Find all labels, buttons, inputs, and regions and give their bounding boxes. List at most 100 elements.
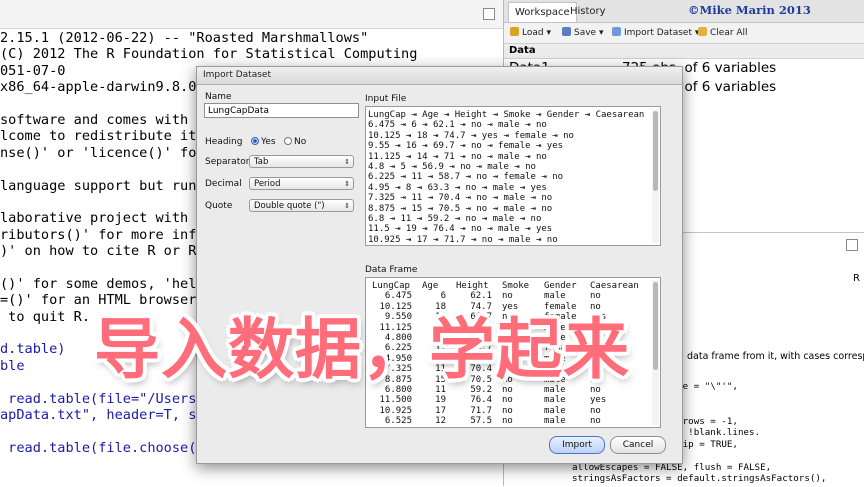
- table-cell: no: [590, 405, 601, 416]
- maximize-icon[interactable]: [846, 239, 858, 251]
- tab-history[interactable]: History: [564, 2, 612, 21]
- input-file-row: 10.125 ⇥ 18 ⇥ 74.7 ⇥ yes ⇥ female ⇥ no: [368, 130, 574, 141]
- table-row: 6.475 6 62.1 no male no: [368, 291, 642, 301]
- data-frame-scrollbar[interactable]: [652, 280, 659, 425]
- input-file-row: 8.875 ⇥ 15 ⇥ 70.5 ⇥ no ⇥ male ⇥ no: [368, 203, 553, 214]
- decimal-value: Period: [254, 179, 281, 189]
- copyright-watermark: ©Mike Marin 2013: [688, 3, 811, 17]
- heading-yes-label: Yes: [261, 137, 276, 147]
- table-cell: male: [544, 291, 566, 302]
- separator-value: Tab: [254, 157, 269, 167]
- overlay-caption: 导入数据，学起来: [94, 311, 630, 388]
- table-cell: yes: [590, 395, 607, 406]
- df-column-header: Gender: [544, 281, 577, 291]
- save-label: Save: [574, 28, 597, 38]
- input-file-preview[interactable]: LungCap ⇥ Age ⇥ Height ⇥ Smoke ⇥ Gender …: [365, 106, 661, 246]
- table-cell: no: [502, 416, 513, 427]
- table-cell: no: [590, 291, 601, 302]
- input-file-row: 6.8 ⇥ 11 ⇥ 59.2 ⇥ no ⇥ male ⇥ no: [368, 214, 542, 225]
- table-cell: 10.925: [379, 405, 412, 416]
- table-cell: no: [502, 291, 513, 302]
- input-file-row: 4.95 ⇥ 8 ⇥ 63.3 ⇥ no ⇥ male ⇥ yes: [368, 182, 547, 193]
- table-cell: 57.5: [470, 416, 492, 427]
- data-section-header: Data: [504, 44, 864, 59]
- table-cell: 71.7: [470, 405, 492, 416]
- df-column-header: Age: [422, 281, 439, 291]
- clear-label: Clear All: [710, 28, 748, 38]
- table-cell: 17: [435, 405, 446, 416]
- import-button[interactable]: Import: [549, 436, 605, 454]
- table-cell: male: [544, 405, 566, 416]
- radio-icon: [284, 137, 292, 145]
- input-file-row: 6.475 ⇥ 6 ⇥ 62.1 ⇥ no ⇥ male ⇥ no: [368, 120, 547, 131]
- decimal-select[interactable]: Period ⇕: [249, 177, 354, 190]
- maximize-icon[interactable]: [483, 8, 495, 20]
- table-cell: 76.4: [470, 395, 492, 406]
- help-r-label: R: [853, 273, 860, 284]
- help-code-line: stringsAsFactors = default.stringsAsFact…: [572, 473, 827, 484]
- chevron-updown-icon: ⇕: [344, 158, 350, 166]
- table-row: 6.525 12 57.5 no male no: [368, 416, 642, 426]
- table-cell: 19: [435, 395, 446, 406]
- heading-yes-radio[interactable]: Yes: [251, 137, 276, 147]
- heading-label: Heading: [205, 137, 243, 147]
- input-file-label: Input File: [365, 94, 407, 104]
- input-file-row: 6.225 ⇥ 11 ⇥ 58.7 ⇥ no ⇥ female ⇥ no: [368, 172, 564, 183]
- input-file-text: LungCap ⇥ Age ⇥ Height ⇥ Smoke ⇥ Gender …: [368, 110, 644, 245]
- heading-no-radio[interactable]: No: [284, 137, 306, 147]
- scroll-thumb[interactable]: [653, 111, 658, 191]
- df-column-header: Caesarean: [590, 281, 639, 291]
- quote-label: Quote: [205, 201, 233, 211]
- save-button[interactable]: Save ▾: [562, 27, 603, 39]
- table-cell: 6.525: [384, 416, 412, 427]
- input-file-row: 11.5 ⇥ 19 ⇥ 76.4 ⇥ no ⇥ male ⇥ yes: [368, 224, 553, 235]
- cancel-button[interactable]: Cancel: [610, 436, 666, 454]
- df-column-header: Height: [456, 281, 489, 291]
- input-file-row: 7.325 ⇥ 11 ⇥ 70.4 ⇥ no ⇥ male ⇥ no: [368, 193, 553, 204]
- df-column-header: Smoke: [502, 281, 530, 291]
- help-description: data frame from it, with cases correspon…: [687, 351, 864, 362]
- console-header: [0, 0, 503, 29]
- table-cell: 62.1: [470, 291, 492, 302]
- folder-icon: [510, 27, 519, 36]
- quote-value: Double quote ("): [254, 201, 325, 211]
- table-cell: 6: [440, 291, 446, 302]
- import-icon: [612, 27, 621, 36]
- table-cell: male: [544, 395, 566, 406]
- table-cell: 12: [435, 416, 446, 427]
- chevron-updown-icon: ⇕: [344, 180, 350, 188]
- table-cell: 6.475: [384, 291, 412, 302]
- df-column-header: LungCap: [372, 281, 410, 291]
- data-frame-label: Data Frame: [365, 265, 418, 275]
- save-icon: [562, 27, 571, 36]
- table-cell: no: [590, 416, 601, 427]
- chevron-updown-icon: ⇕: [344, 202, 350, 210]
- table-cell: no: [502, 395, 513, 406]
- input-file-row: 4.8 ⇥ 5 ⇥ 56.9 ⇥ no ⇥ male ⇥ no: [368, 162, 536, 173]
- input-file-scrollbar[interactable]: [652, 109, 659, 243]
- heading-no-label: No: [294, 137, 307, 147]
- scroll-thumb[interactable]: [653, 282, 658, 370]
- load-label: Load: [522, 28, 544, 38]
- dialog-title: Import Dataset: [197, 67, 682, 85]
- input-file-row: 11.125 ⇥ 14 ⇥ 71 ⇥ no ⇥ male ⇥ no: [368, 151, 547, 162]
- separator-label: Separator: [205, 157, 250, 167]
- import-label: Import Dataset: [624, 28, 692, 38]
- broom-icon: [698, 27, 707, 36]
- import-dataset-button[interactable]: Import Dataset ▾: [612, 27, 699, 39]
- clear-all-button[interactable]: Clear All: [698, 27, 748, 39]
- table-cell: male: [544, 416, 566, 427]
- import-dataset-dialog: Import Dataset Name LungCapData Heading …: [196, 66, 683, 464]
- load-button[interactable]: Load ▾: [510, 27, 551, 39]
- name-input[interactable]: LungCapData: [204, 103, 359, 118]
- workspace-toolbar: Load ▾ Save ▾ Import Dataset ▾ Clear All: [504, 23, 864, 44]
- name-label: Name: [205, 92, 232, 102]
- table-row: 10.925 17 71.7 no male no: [368, 406, 642, 416]
- decimal-label: Decimal: [205, 179, 242, 189]
- input-file-row: 10.925 ⇥ 17 ⇥ 71.7 ⇥ no ⇥ male ⇥ no: [368, 234, 558, 245]
- separator-select[interactable]: Tab ⇕: [249, 155, 354, 168]
- console-line: (C) 2012 The R Foundation for Statistica…: [0, 46, 418, 63]
- table-row: 11.500 19 76.4 no male yes: [368, 395, 642, 405]
- quote-select[interactable]: Double quote (") ⇕: [249, 199, 354, 212]
- table-cell: 11.500: [379, 395, 412, 406]
